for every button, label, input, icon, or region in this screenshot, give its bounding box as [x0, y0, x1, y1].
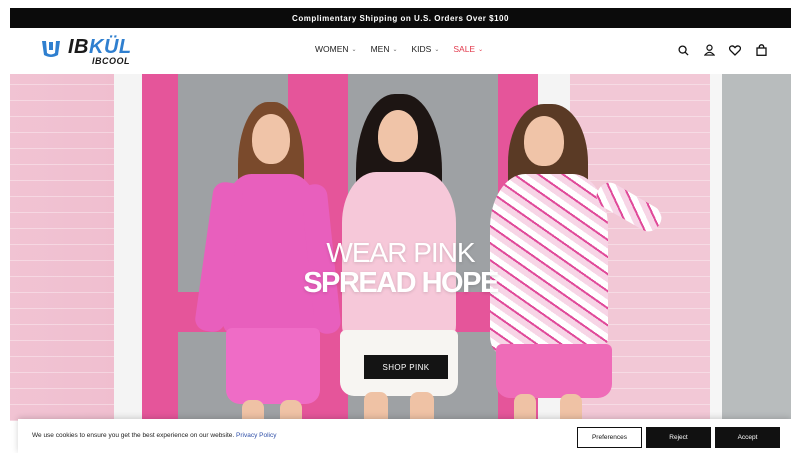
cookie-message-text: We use cookies to ensure you get the bes… — [32, 432, 235, 439]
account-icon[interactable] — [703, 44, 715, 56]
hero-title-line2: SPREAD HOPE — [303, 267, 499, 299]
reject-button[interactable]: Reject — [646, 427, 711, 448]
privacy-policy-link[interactable]: Privacy Policy — [236, 432, 276, 439]
nav-label: KIDS — [411, 44, 432, 54]
main-nav: WOMEN ⌄ MEN ⌄ KIDS ⌄ SALE ⌄ — [315, 44, 483, 54]
preferences-button[interactable]: Preferences — [577, 427, 642, 448]
brand-cup-icon — [42, 41, 60, 57]
chevron-down-icon: ⌄ — [392, 46, 398, 53]
nav-item-women[interactable]: WOMEN ⌄ — [315, 44, 357, 54]
nav-item-sale[interactable]: SALE ⌄ — [453, 44, 483, 54]
chevron-down-icon: ⌄ — [351, 46, 357, 53]
cookie-banner: We use cookies to ensure you get the bes… — [18, 419, 791, 453]
nav-label: SALE — [453, 44, 476, 54]
logo-prefix: IB — [68, 36, 89, 58]
nav-item-men[interactable]: MEN ⌄ — [371, 44, 398, 54]
logo-wordmark: IBKÜL — [68, 36, 132, 58]
chevron-down-icon: ⌄ — [478, 46, 484, 53]
cart-icon[interactable] — [755, 44, 767, 56]
hero-banner[interactable]: WEAR PINK SPREAD HOPE SHOP PINK — [10, 74, 791, 421]
search-icon[interactable] — [677, 44, 689, 56]
hero-headline: WEAR PINK SPREAD HOPE — [10, 237, 791, 299]
brand-logo[interactable]: IBKÜL IBCOOL — [40, 36, 150, 66]
chevron-down-icon: ⌄ — [434, 46, 440, 53]
page: Complimentary Shipping on U.S. Orders Ov… — [0, 0, 791, 453]
accept-button[interactable]: Accept — [715, 427, 780, 448]
nav-label: WOMEN — [315, 44, 349, 54]
site-header: IBKÜL IBCOOL WOMEN ⌄ MEN ⌄ KIDS ⌄ SALE ⌄ — [10, 28, 791, 74]
wishlist-icon[interactable] — [729, 44, 741, 56]
hero-title-line1: WEAR PINK — [326, 237, 475, 268]
nav-item-kids[interactable]: KIDS ⌄ — [411, 44, 439, 54]
shop-pink-button[interactable]: SHOP PINK — [364, 355, 448, 379]
announcement-bar: Complimentary Shipping on U.S. Orders Ov… — [10, 8, 791, 28]
cookie-message: We use cookies to ensure you get the bes… — [32, 432, 277, 439]
header-icons — [677, 44, 767, 56]
nav-label: MEN — [370, 44, 390, 54]
logo-subtext: IBCOOL — [92, 56, 130, 66]
logo-accent: KÜL — [89, 36, 132, 58]
announcement-text: Complimentary Shipping on U.S. Orders Ov… — [292, 13, 509, 23]
